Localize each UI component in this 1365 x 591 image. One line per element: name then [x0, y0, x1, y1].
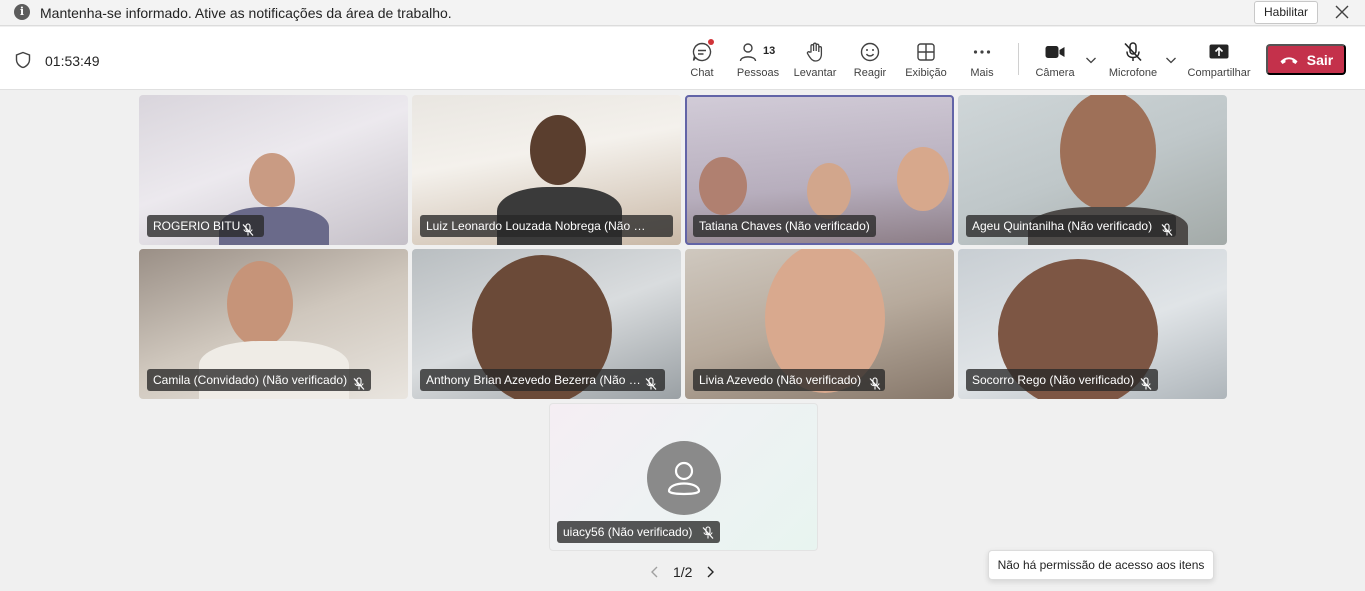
hang-up-icon: [1280, 56, 1298, 64]
video-tile[interactable]: Anthony Brian Azevedo Bezerra (Não verif…: [412, 249, 681, 399]
more-icon: [973, 50, 991, 54]
chevron-left-icon[interactable]: [648, 565, 662, 579]
mic-off-icon: [242, 223, 254, 236]
chat-button[interactable]: Chat: [686, 39, 718, 85]
info-icon: i: [14, 4, 30, 20]
chat-unread-badge: [708, 39, 714, 45]
camera-options-chevron-down-icon[interactable]: [1085, 55, 1097, 65]
react-label: Reagir: [853, 67, 887, 79]
mic-options-chevron-down-icon[interactable]: [1165, 55, 1177, 65]
mic-off-icon: [645, 377, 657, 390]
more-button[interactable]: Mais: [966, 41, 998, 85]
participant-name: Luiz Leonardo Louzada Nobrega (Não verif…: [420, 215, 673, 237]
meeting-toolbar: 01:53:49 Chat 13 Pessoas Levantar Reagir…: [0, 27, 1365, 90]
mic-off-icon: [702, 526, 714, 539]
share-icon: [1209, 44, 1229, 59]
pagination: 1/2: [648, 563, 718, 581]
react-button[interactable]: Reagir: [852, 41, 888, 85]
people-button[interactable]: 13 Pessoas: [736, 41, 780, 85]
participant-name: Ageu Quintanilha (Não verificado): [966, 215, 1177, 237]
chevron-right-icon[interactable]: [703, 565, 717, 579]
participant-name: Livia Azevedo (Não verificado): [693, 369, 886, 391]
mic-off-icon: [869, 377, 881, 390]
smile-icon: [860, 42, 880, 62]
mic-label: Microfone: [1108, 67, 1158, 79]
participant-name: uiacy56 (Não verificado): [557, 521, 721, 543]
view-button[interactable]: Exibição: [904, 41, 948, 85]
meeting-timer: 01:53:49: [45, 53, 100, 69]
notification-message: Mantenha-se informado. Ative as notifica…: [40, 5, 452, 21]
camera-button[interactable]: Câmera: [1034, 41, 1076, 85]
camera-icon: [1045, 46, 1065, 58]
tooltip: Não há permissão de acesso aos itens: [988, 550, 1214, 580]
participant-name: Tatiana Chaves (Não verificado): [693, 215, 876, 237]
people-label: Pessoas: [736, 67, 780, 79]
camera-label: Câmera: [1035, 67, 1075, 79]
video-tile[interactable]: Camila (Convidado) (Não verificado): [139, 249, 408, 399]
microphone-button[interactable]: Microfone: [1106, 41, 1160, 85]
video-tile[interactable]: Tatiana Chaves (Não verificado): [685, 95, 954, 245]
mic-off-icon: [1124, 42, 1142, 62]
video-tile[interactable]: Ageu Quintanilha (Não verificado): [958, 95, 1227, 245]
page-indicator: 1/2: [673, 564, 693, 580]
leave-label: Sair: [1306, 51, 1334, 68]
video-tile[interactable]: ROGERIO BITU: [139, 95, 408, 245]
avatar-tile[interactable]: uiacy56 (Não verificado): [549, 403, 818, 551]
video-tile[interactable]: Socorro Rego (Não verificado): [958, 249, 1227, 399]
leave-button[interactable]: Sair: [1266, 44, 1346, 75]
video-tile[interactable]: Luiz Leonardo Louzada Nobrega (Não verif…: [412, 95, 681, 245]
mic-off-icon: [353, 377, 365, 390]
share-label: Compartilhar: [1187, 67, 1251, 79]
mic-off-icon: [1161, 223, 1173, 236]
chat-label: Chat: [690, 67, 714, 79]
enable-notifications-button[interactable]: Habilitar: [1254, 1, 1318, 24]
participant-name: Camila (Convidado) (Não verificado): [147, 369, 372, 391]
participant-name: Socorro Rego (Não verificado): [966, 369, 1159, 391]
share-button[interactable]: Compartilhar: [1186, 41, 1252, 85]
raise-label: Levantar: [793, 67, 837, 79]
shield-icon[interactable]: [14, 51, 32, 69]
people-icon: [739, 43, 757, 62]
grid-icon: [917, 43, 935, 61]
person-icon: [667, 461, 701, 496]
people-count: 13: [763, 45, 776, 57]
view-label: Exibição: [905, 67, 947, 79]
hand-icon: [806, 42, 823, 62]
mic-off-icon: [1140, 377, 1152, 390]
toolbar-divider: [1018, 43, 1019, 75]
more-label: Mais: [970, 67, 994, 79]
raise-hand-button[interactable]: Levantar: [792, 41, 838, 85]
video-tile[interactable]: Livia Azevedo (Não verificado): [685, 249, 954, 399]
close-icon[interactable]: [1333, 3, 1351, 21]
participant-name: Anthony Brian Azevedo Bezerra (Não verif…: [420, 369, 665, 391]
notification-bar: i Mantenha-se informado. Ative as notifi…: [0, 0, 1365, 26]
avatar: [647, 441, 721, 515]
